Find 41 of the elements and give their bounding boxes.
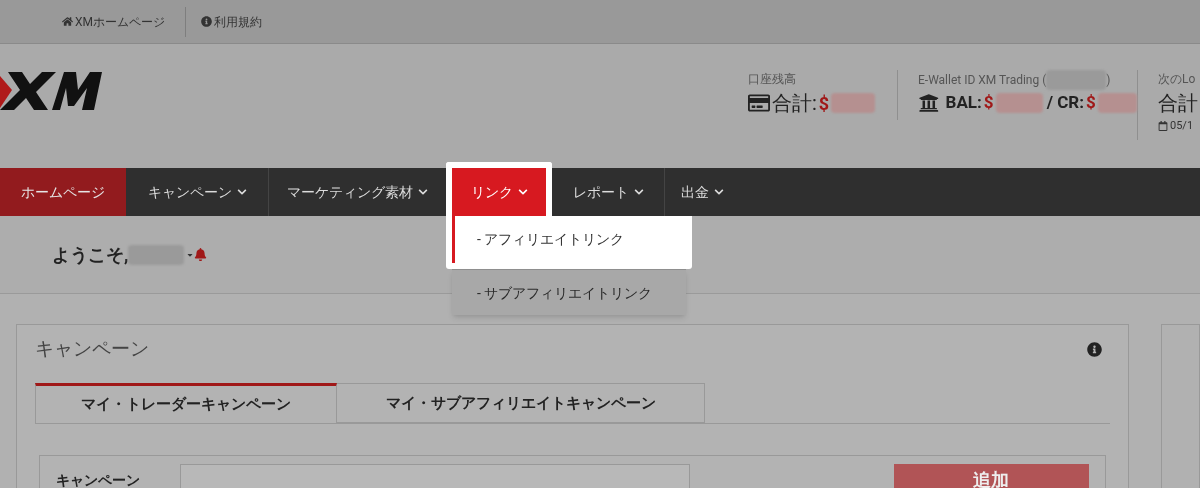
dropdown-item[interactable]: - サブアフィリエイトリンク — [452, 269, 686, 315]
caret-icon — [236, 187, 247, 197]
top-link[interactable]: XMホームページ — [62, 12, 165, 31]
caret-icon — [714, 187, 724, 197]
info-icon — [1086, 341, 1102, 357]
bal-label: BAL: — [945, 91, 982, 114]
next-lot-label: 次のLo — [1158, 71, 1197, 88]
caret-icon — [418, 187, 428, 197]
blurred-value — [831, 93, 876, 113]
welcome-text: ようこそ, — [52, 243, 129, 267]
total-label: 合計 — [1158, 90, 1198, 117]
campaign-tab[interactable]: マイ・サブアフィリエイトキャンペーン — [337, 383, 705, 423]
bell-icon — [194, 248, 208, 261]
date-text: 05/1 — [1170, 118, 1194, 134]
calendar-icon — [1158, 121, 1168, 132]
home-icon — [62, 16, 73, 27]
wallet-label-end: ) — [1106, 72, 1111, 89]
blurred-value — [995, 92, 1043, 113]
currency-sign: $ — [818, 91, 830, 116]
nav-item[interactable]: キャンペーン — [126, 168, 268, 216]
currency-sign: $ — [1086, 91, 1096, 114]
top-link[interactable]: 利用規約 — [201, 12, 262, 31]
caret-icon — [633, 187, 644, 197]
currency-sign: $ — [983, 91, 994, 114]
info-icon — [201, 16, 212, 27]
panel-title: キャンペーン — [35, 335, 149, 362]
nav-item[interactable]: レポート — [552, 168, 664, 216]
caret-icon — [517, 187, 528, 197]
balance-label: 口座残高 — [748, 71, 797, 88]
cr-label: / CR: — [1046, 91, 1084, 114]
nav-item[interactable]: ホームページ — [0, 168, 126, 216]
add-button[interactable]: 追加 — [893, 464, 1089, 488]
input-field[interactable] — [180, 464, 690, 488]
total-label: 合計: — [772, 90, 817, 117]
blurred-value — [1097, 92, 1137, 113]
wallet-label: E-Wallet ID XM Trading ( — [918, 72, 1047, 89]
bank-icon — [918, 92, 940, 113]
card-icon — [748, 93, 770, 113]
campaign-tab[interactable]: マイ・トレーダーキャンペーン — [35, 383, 337, 423]
field-label: キャンペーン — [56, 471, 141, 488]
nav-item[interactable]: リンク — [446, 162, 552, 216]
